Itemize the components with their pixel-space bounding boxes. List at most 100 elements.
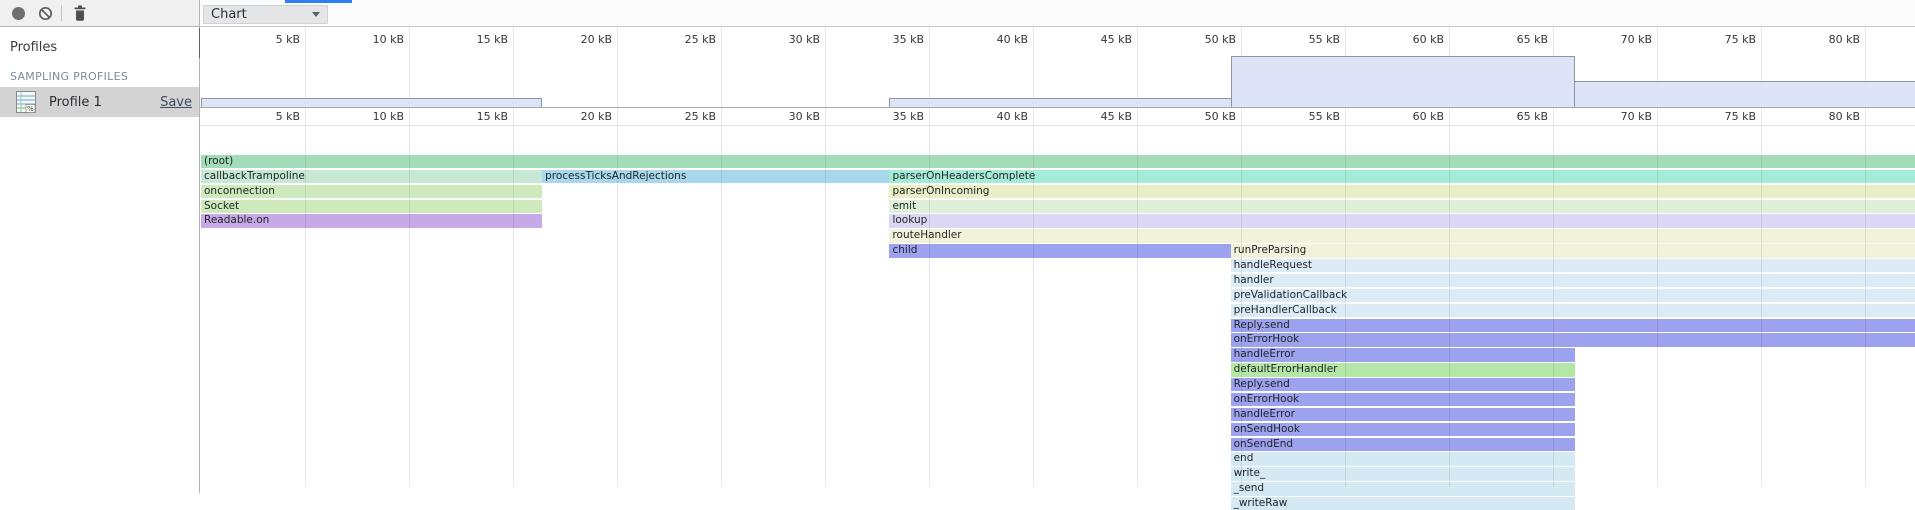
flame-bar-write[interactable]: write_ — [1231, 467, 1575, 480]
save-link[interactable]: Save — [160, 95, 192, 110]
flame-bar-label: onSendEnd — [1231, 438, 1293, 450]
flame-gridline — [1553, 108, 1554, 487]
flame-gridline — [305, 108, 306, 487]
flame-bar-prehandlercallback[interactable]: preHandlerCallback — [1231, 304, 1915, 317]
ruler-tick-label: 70 kB — [1594, 110, 1652, 123]
flame-bar-label: preValidationCallback — [1231, 289, 1348, 301]
memory-overview[interactable]: 5 kB10 kB15 kB20 kB25 kB30 kB35 kB40 kB4… — [200, 27, 1915, 108]
ruler-tick-label: 40 kB — [970, 33, 1028, 46]
flame-gridline — [513, 108, 514, 487]
flame-gridline — [1865, 108, 1866, 487]
ruler-tick-label: 50 kB — [1178, 110, 1236, 123]
flame-bar-handler[interactable]: handler — [1231, 274, 1915, 287]
flame-bar-defaulterrorhandler[interactable]: defaultErrorHandler — [1231, 363, 1575, 376]
overview-gridline — [305, 27, 306, 107]
overview-area-segment — [1575, 81, 1915, 107]
ruler-tick-label: 75 kB — [1698, 110, 1756, 123]
flame-gridline — [1657, 108, 1658, 487]
ruler-tick-label: 5 kB — [242, 33, 300, 46]
ruler-tick-label: 15 kB — [450, 110, 508, 123]
flame-bar-onerrorhook[interactable]: onErrorHook — [1231, 333, 1915, 346]
flame-gridline — [1449, 108, 1450, 487]
flame-bar-handlerequest[interactable]: handleRequest — [1231, 259, 1915, 272]
flame-bar-reply-send[interactable]: Reply.send — [1231, 378, 1575, 391]
flame-bar-writeraw[interactable]: _writeRaw — [1231, 497, 1575, 510]
ruler-tick-label: 55 kB — [1282, 33, 1340, 46]
panel-top-strip: Chart — [200, 0, 1915, 27]
flame-bar-label: handleRequest — [1231, 259, 1312, 271]
overview-gridline — [721, 27, 722, 107]
flame-gridline — [721, 108, 722, 487]
chevron-down-icon — [312, 12, 320, 17]
flame-bar-processticksandrejections[interactable]: processTicksAndRejections — [542, 170, 889, 183]
flame-bar-runpreparsing[interactable]: runPreParsing — [1231, 244, 1915, 257]
clear-icon — [38, 6, 53, 21]
ruler-tick-label: 20 kB — [554, 33, 612, 46]
overview-gridline — [929, 27, 930, 107]
ruler-tick-label: 45 kB — [1074, 33, 1132, 46]
flame-bar-handleerror[interactable]: handleError — [1231, 348, 1575, 361]
active-tab-indicator — [285, 0, 352, 3]
flame-gridline — [1241, 108, 1242, 487]
overview-area-segment — [1231, 56, 1575, 107]
record-button[interactable] — [6, 1, 30, 25]
clear-button[interactable] — [33, 1, 57, 25]
flame-bar-label: _writeRaw — [1231, 497, 1288, 509]
flame-bar-prevalidationcallback[interactable]: preValidationCallback — [1231, 289, 1915, 302]
ruler-tick-label: 35 kB — [866, 110, 924, 123]
ruler-tick-label: 80 kB — [1802, 33, 1860, 46]
flame-bar-socket[interactable]: Socket — [201, 200, 542, 213]
flame-bar-label: Reply.send — [1231, 378, 1290, 390]
profile-document-icon: % — [16, 91, 36, 113]
flame-bar-label: defaultErrorHandler — [1231, 363, 1338, 375]
ruler-tick-label: 15 kB — [450, 33, 508, 46]
flame-bar-handleerror[interactable]: handleError — [1231, 408, 1575, 421]
flame-bar-label: callbackTrampoline — [201, 170, 305, 182]
flame-gridline — [617, 108, 618, 487]
flame-bar-end[interactable]: end — [1231, 452, 1575, 465]
ruler-tick-label: 60 kB — [1386, 110, 1444, 123]
flame-gridline — [1761, 108, 1762, 487]
svg-text:%: % — [27, 105, 34, 113]
delete-profile-button[interactable] — [68, 1, 92, 25]
toolbar-divider — [61, 5, 62, 21]
flame-bar-label: Readable.on — [201, 214, 269, 226]
flame-bar-callbacktrampoline[interactable]: callbackTrampoline — [201, 170, 542, 183]
ruler-tick-label: 65 kB — [1490, 110, 1548, 123]
overview-gridline — [825, 27, 826, 107]
ruler-tick-label: 25 kB — [658, 33, 716, 46]
ruler-tick-label: 5 kB — [242, 110, 300, 123]
flame-chart-panel: 5 kB10 kB15 kB20 kB25 kB30 kB35 kB40 kB4… — [200, 27, 1915, 493]
flame-bar-label: _send — [1231, 482, 1265, 494]
flame-bar-onconnection[interactable]: onconnection — [201, 185, 542, 198]
flame-bar-label: write_ — [1231, 467, 1266, 479]
flame-gridline — [1033, 108, 1034, 487]
toolbar — [0, 0, 200, 27]
flame-bar-label: routeHandler — [889, 229, 961, 241]
ruler-tick-label: 25 kB — [658, 110, 716, 123]
sidebar-item-profile-1[interactable]: % Profile 1 Save — [0, 87, 199, 117]
flame-bar-label: handler — [1231, 274, 1274, 286]
profiles-sidebar: Profiles SAMPLING PROFILES % Profile 1 S… — [0, 27, 200, 493]
flame-bar-onsendhook[interactable]: onSendHook — [1231, 423, 1575, 436]
flame-bar-label: processTicksAndRejections — [542, 170, 686, 182]
flame-bar-label: lookup — [889, 214, 927, 226]
ruler-tick-label: 10 kB — [346, 33, 404, 46]
flame-bar-label: (root) — [201, 155, 233, 167]
flame-bar-onerrorhook[interactable]: onErrorHook — [1231, 393, 1575, 406]
flame-bar-label: Reply.send — [1231, 319, 1290, 331]
flame-bar-child[interactable]: child — [889, 244, 1230, 257]
flame-bar-label: Socket — [201, 200, 239, 212]
overview-gridline — [409, 27, 410, 107]
view-mode-select[interactable]: Chart — [203, 5, 328, 24]
flame-gridline — [1137, 108, 1138, 487]
flame-bar-label: onconnection — [201, 185, 275, 197]
record-icon — [12, 7, 25, 20]
flame-bar-readable-on[interactable]: Readable.on — [201, 214, 542, 227]
view-mode-value: Chart — [211, 7, 247, 22]
flame-bar-reply-send[interactable]: Reply.send — [1231, 319, 1915, 332]
flame-bar-send[interactable]: _send — [1231, 482, 1575, 495]
ruler-tick-label: 75 kB — [1698, 33, 1756, 46]
ruler-tick-label: 35 kB — [866, 33, 924, 46]
flame-bar-onsendend[interactable]: onSendEnd — [1231, 438, 1575, 451]
